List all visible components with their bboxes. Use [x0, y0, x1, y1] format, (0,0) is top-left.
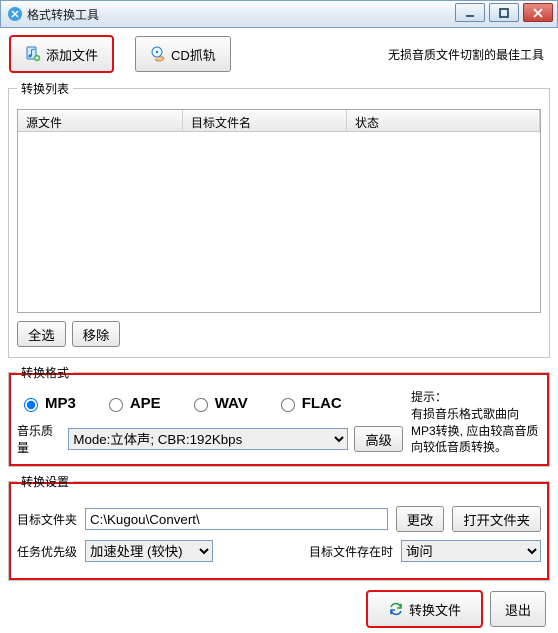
radio-wav[interactable]: WAV: [189, 395, 248, 412]
close-button[interactable]: [523, 3, 553, 22]
window-title: 格式转换工具: [27, 6, 99, 23]
change-folder-button[interactable]: 更改: [396, 506, 445, 532]
convert-list-group: 转换列表 源文件 目标文件名 状态 全选 移除: [8, 80, 550, 358]
quality-label: 音乐质量: [17, 422, 62, 456]
quality-select[interactable]: Mode:立体声; CBR:192Kbps: [68, 428, 348, 450]
music-plus-icon: [25, 46, 41, 62]
exit-button[interactable]: 退出: [490, 591, 546, 627]
col-source[interactable]: 源文件: [18, 110, 183, 131]
slogan-text: 无损音质文件切割的最佳工具: [388, 46, 544, 63]
convert-button[interactable]: 转换文件: [367, 591, 482, 627]
format-group: 转换格式 MP3 APE WAV FLAC 音乐质量 Mode:立体声; CBR…: [8, 364, 550, 467]
hint-body: 有损音乐格式歌曲向MP3转换, 应由较高音质向较低音质转换。: [411, 406, 541, 456]
open-folder-button[interactable]: 打开文件夹: [452, 506, 541, 532]
priority-label: 任务优先级: [17, 543, 77, 560]
radio-mp3[interactable]: MP3: [19, 395, 76, 412]
radio-flac-input[interactable]: [281, 398, 295, 412]
maximize-button[interactable]: [489, 3, 519, 22]
recycle-arrows-icon: [388, 601, 404, 617]
format-legend: 转换格式: [17, 364, 73, 381]
radio-ape[interactable]: APE: [104, 395, 161, 412]
settings-legend: 转换设置: [17, 473, 73, 490]
radio-mp3-input[interactable]: [24, 398, 38, 412]
cd-rip-button[interactable]: CD抓轨: [135, 36, 231, 72]
format-radios: MP3 APE WAV FLAC: [17, 389, 403, 422]
hint-title: 提示：: [411, 389, 541, 406]
radio-ape-input[interactable]: [109, 398, 123, 412]
select-all-button[interactable]: 全选: [17, 321, 66, 347]
cd-rip-label: CD抓轨: [171, 45, 216, 64]
list-header: 源文件 目标文件名 状态: [18, 110, 540, 132]
window-buttons: [455, 3, 553, 22]
target-folder-label: 目标文件夹: [17, 511, 77, 528]
col-target[interactable]: 目标文件名: [183, 110, 347, 131]
app-icon: [7, 6, 23, 22]
convert-list-legend: 转换列表: [17, 80, 73, 97]
footer-buttons: 转换文件 退出: [6, 591, 546, 627]
exists-label: 目标文件存在时: [309, 543, 393, 560]
file-list[interactable]: 源文件 目标文件名 状态: [17, 109, 541, 313]
convert-label: 转换文件: [409, 600, 461, 619]
radio-flac[interactable]: FLAC: [276, 395, 342, 412]
add-file-button[interactable]: 添加文件: [10, 36, 113, 72]
priority-select[interactable]: 加速处理 (较快): [85, 540, 213, 562]
advanced-button[interactable]: 高级: [354, 426, 403, 452]
content: 添加文件 CD抓轨 无损音质文件切割的最佳工具 转换列表 源文件 目标文件名 状…: [0, 28, 558, 633]
cd-hand-icon: [150, 46, 166, 62]
radio-wav-input[interactable]: [194, 398, 208, 412]
col-status[interactable]: 状态: [347, 110, 540, 131]
add-file-label: 添加文件: [46, 45, 98, 64]
minimize-button[interactable]: [455, 3, 485, 22]
remove-button[interactable]: 移除: [72, 321, 121, 347]
list-body[interactable]: [18, 132, 540, 312]
settings-group: 转换设置 目标文件夹 更改 打开文件夹 任务优先级 加速处理 (较快) 目标文件…: [8, 473, 550, 581]
format-hint: 提示： 有损音乐格式歌曲向MP3转换, 应由较高音质向较低音质转换。: [411, 389, 541, 456]
top-toolbar: 添加文件 CD抓轨 无损音质文件切割的最佳工具: [10, 36, 552, 72]
titlebar: 格式转换工具: [0, 0, 558, 28]
exists-select[interactable]: 询问: [401, 540, 541, 562]
target-folder-input[interactable]: [85, 508, 388, 530]
